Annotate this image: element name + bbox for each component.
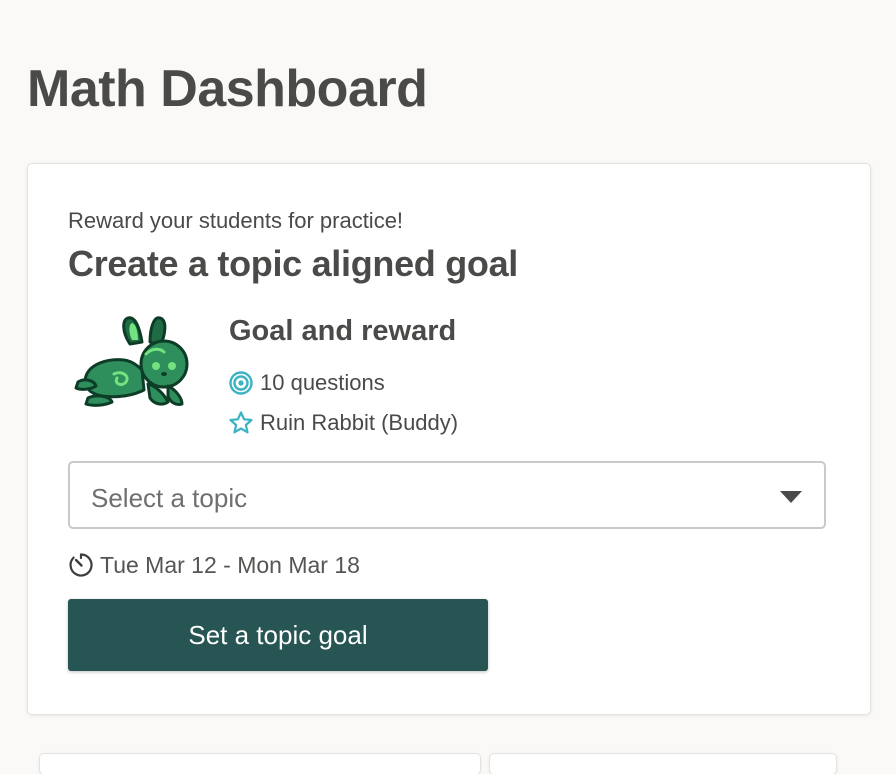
reward-heading: Goal and reward xyxy=(229,315,457,347)
goal-questions-text: 10 questions xyxy=(260,370,385,395)
rabbit-buddy-image xyxy=(72,314,192,416)
reward-buddy-text: Ruin Rabbit (Buddy) xyxy=(260,410,459,435)
topic-select-placeholder: Select a topic xyxy=(91,483,248,513)
chevron-down-icon xyxy=(780,490,802,503)
timer-icon xyxy=(68,552,94,578)
goal-questions-line: 10 questions xyxy=(228,370,385,396)
star-icon xyxy=(228,410,254,436)
reward-buddy-line: Ruin Rabbit (Buddy) xyxy=(228,410,458,436)
next-card-left xyxy=(40,754,480,774)
target-icon xyxy=(228,370,254,396)
card-eyebrow: Reward your students for practice! xyxy=(68,208,404,233)
topic-select[interactable]: Select a topic xyxy=(68,461,826,529)
goal-date-range-text: Tue Mar 12 - Mon Mar 18 xyxy=(100,552,360,578)
page-title: Math Dashboard xyxy=(27,60,428,118)
topic-goal-card: Reward your students for practice! Creat… xyxy=(28,164,870,714)
set-topic-goal-button[interactable]: Set a topic goal xyxy=(68,599,488,671)
goal-date-range: Tue Mar 12 - Mon Mar 18 xyxy=(68,551,360,579)
card-title: Create a topic aligned goal xyxy=(68,243,519,284)
next-card-right xyxy=(490,754,836,774)
